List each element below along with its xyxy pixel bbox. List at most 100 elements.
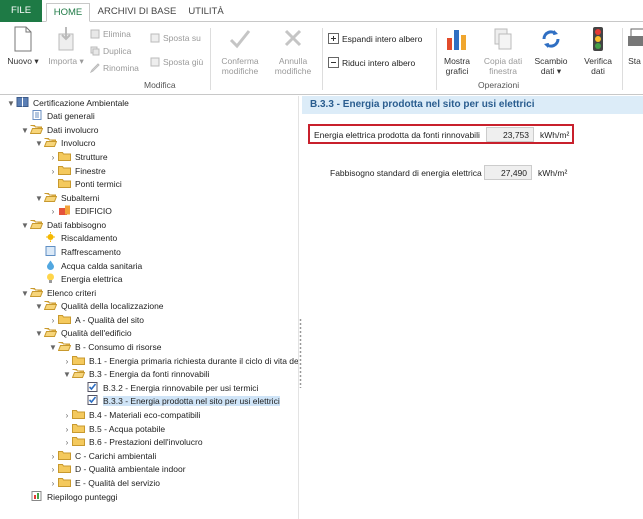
expanded-arrow-icon[interactable]: ▼ bbox=[20, 219, 30, 232]
tree-item[interactable]: ▼ Dati involucro bbox=[20, 124, 99, 137]
tree-item[interactable]: › B.4 - Materiali eco-compatibili bbox=[62, 409, 200, 422]
tree-item-label: C - Carichi ambientali bbox=[75, 451, 157, 461]
espandi-albero-button[interactable]: Espandi intero albero bbox=[328, 32, 422, 46]
tree-item[interactable]: ▼ Dati fabbisogno bbox=[20, 219, 106, 232]
folder-icon bbox=[58, 450, 71, 460]
tree-item[interactable]: B.3.2 - Energia rinnovabile per usi term… bbox=[76, 382, 258, 395]
collapsed-arrow-icon[interactable]: › bbox=[62, 423, 72, 436]
collapsed-arrow-icon[interactable]: › bbox=[48, 463, 58, 476]
tree-view: ▼ Certificazione Ambientale Dati generali ▼… bbox=[0, 96, 309, 519]
tree-item[interactable]: Riepilogo punteggi bbox=[20, 491, 117, 504]
tree-item-label: B.4 - Materiali eco-compatibili bbox=[89, 410, 201, 420]
expanded-arrow-icon[interactable]: ▼ bbox=[6, 97, 16, 110]
tree-item[interactable]: › A - Qualità del sito bbox=[48, 314, 144, 327]
conferma-modifiche-button[interactable]: Conferma modifiche bbox=[214, 26, 266, 76]
content-panel: B.3.3 - Energia prodotta nel sito per us… bbox=[302, 96, 643, 519]
doc-icon bbox=[30, 110, 43, 120]
tree-item-label: Riepilogo punteggi bbox=[47, 492, 118, 502]
energia-rinnovabile-value[interactable]: 23,753 bbox=[486, 127, 534, 142]
tree-item[interactable]: Energia elettrica bbox=[34, 273, 122, 286]
copia-label-1: Copia dati bbox=[483, 56, 523, 66]
elimina-label: Elimina bbox=[103, 29, 131, 39]
tree-item[interactable]: Raffrescamento bbox=[34, 246, 121, 259]
scambio-dati-button[interactable]: Scambio dati ▾ bbox=[530, 26, 572, 76]
riduci-label: Riduci intero albero bbox=[342, 58, 416, 68]
tree-item[interactable]: › B.6 - Prestazioni dell'involucro bbox=[62, 436, 203, 449]
tree-item[interactable]: › B.5 - Acqua potabile bbox=[62, 423, 165, 436]
stampa-button[interactable]: Sta bbox=[626, 26, 643, 66]
tree-item[interactable]: ▼ Elenco criteri bbox=[20, 287, 96, 300]
collapsed-arrow-icon[interactable]: › bbox=[48, 450, 58, 463]
sposta-su-button[interactable]: Sposta su bbox=[150, 31, 201, 45]
tree-item[interactable]: Dati generali bbox=[20, 110, 95, 123]
annulla-label-1: Annulla bbox=[278, 56, 308, 66]
collapsed-arrow-icon[interactable]: › bbox=[48, 151, 58, 164]
tree-item[interactable]: › D - Qualità ambientale indoor bbox=[48, 463, 186, 476]
tree-item[interactable]: › E - Qualità del servizio bbox=[48, 477, 160, 490]
collapsed-arrow-icon[interactable]: › bbox=[48, 477, 58, 490]
annulla-modifiche-button[interactable]: Annulla modifiche bbox=[268, 26, 318, 76]
tree-item-label: Ponti termici bbox=[75, 179, 122, 189]
fabbisogno-standard-value[interactable]: 27,490 bbox=[484, 165, 532, 180]
mostra-label-2: grafici bbox=[445, 66, 469, 76]
copia-label-2: finestra bbox=[489, 66, 517, 76]
collapsed-arrow-icon[interactable]: › bbox=[48, 205, 58, 218]
folder-open-icon bbox=[71, 368, 86, 378]
expanded-arrow-icon[interactable]: ▼ bbox=[34, 300, 44, 313]
expanded-arrow-icon[interactable]: ▼ bbox=[20, 124, 30, 137]
expanded-arrow-icon[interactable]: ▼ bbox=[20, 287, 30, 300]
tree-item-label: Dati fabbisogno bbox=[47, 220, 107, 230]
tree-item[interactable]: Riscaldamento bbox=[34, 232, 117, 245]
tab-file[interactable]: FILE bbox=[0, 0, 42, 22]
tree-item[interactable]: Acqua calda sanitaria bbox=[34, 260, 142, 273]
tree-item[interactable]: ▼ Certificazione Ambientale bbox=[6, 97, 129, 110]
collapsed-arrow-icon[interactable]: › bbox=[62, 355, 72, 368]
field-energia-rinnovabile: Energia elettrica prodotta da fonti rinn… bbox=[308, 124, 574, 144]
tree-item-label: Elenco criteri bbox=[47, 288, 97, 298]
tree-item[interactable]: › C - Carichi ambientali bbox=[48, 450, 156, 463]
riduci-albero-button[interactable]: Riduci intero albero bbox=[328, 56, 415, 70]
elimina-button[interactable]: Elimina bbox=[90, 27, 131, 41]
tree-item[interactable]: › B.1 - Energia primaria richiesta durant… bbox=[62, 355, 309, 368]
tree-item[interactable]: › Finestre bbox=[48, 165, 106, 178]
collapsed-arrow-icon[interactable]: › bbox=[48, 165, 58, 178]
duplica-button[interactable]: Duplica bbox=[90, 44, 131, 58]
mostra-grafici-button[interactable]: Mostra grafici bbox=[438, 26, 476, 76]
tree-item[interactable]: › EDIFICIO bbox=[48, 205, 112, 218]
verifica-dati-button[interactable]: Verifica dati bbox=[578, 26, 618, 76]
folder-icon bbox=[58, 314, 71, 324]
expanded-arrow-icon[interactable]: ▼ bbox=[62, 368, 72, 381]
tab-home[interactable]: HOME bbox=[46, 3, 90, 22]
tree-item[interactable]: B.3.3 - Energia prodotta nel sito per us… bbox=[76, 395, 280, 408]
expanded-arrow-icon[interactable]: ▼ bbox=[34, 327, 44, 340]
sposta-giu-label: Sposta giù bbox=[163, 57, 204, 67]
collapsed-arrow-icon[interactable]: › bbox=[48, 314, 58, 327]
tree-item[interactable]: › Strutture bbox=[48, 151, 108, 164]
tree-item-label: B - Consumo di risorse bbox=[75, 342, 162, 352]
sposta-giu-button[interactable]: Sposta giù bbox=[150, 55, 203, 69]
nuovo-button[interactable]: Nuovo ▾ bbox=[4, 26, 42, 66]
expanded-arrow-icon[interactable]: ▼ bbox=[34, 137, 44, 150]
tab-archivi-di-base[interactable]: ARCHIVI DI BASE bbox=[96, 3, 178, 22]
folder-icon bbox=[58, 477, 71, 487]
expanded-arrow-icon[interactable]: ▼ bbox=[34, 192, 44, 205]
collapsed-arrow-icon[interactable]: › bbox=[62, 409, 72, 422]
tab-utilita[interactable]: UTILITÀ bbox=[184, 3, 228, 22]
tree-item[interactable]: ▼ B - Consumo di risorse bbox=[48, 341, 161, 354]
importa-button[interactable]: Importa ▾ bbox=[46, 26, 86, 66]
scambio-label-2: dati bbox=[540, 66, 555, 76]
cross-icon bbox=[284, 29, 302, 47]
fabbisogno-standard-label: Fabbisogno standard di energia elettrica bbox=[330, 168, 482, 178]
tree-item[interactable]: ▼ Subalterni bbox=[34, 192, 99, 205]
collapsed-arrow-icon[interactable]: › bbox=[62, 436, 72, 449]
expanded-arrow-icon[interactable]: ▼ bbox=[48, 341, 58, 354]
tree-item[interactable]: ▼ B.3 - Energia da fonti rinnovabili bbox=[62, 368, 210, 381]
copia-dati-finestra-button[interactable]: Copia dati finestra bbox=[478, 26, 528, 76]
tree-item-label: D - Qualità ambientale indoor bbox=[75, 464, 186, 474]
tree-item[interactable]: ▼ Qualità dell'edificio bbox=[34, 327, 132, 340]
rinomina-button[interactable]: Rinomina bbox=[89, 61, 139, 75]
tree-item[interactable]: ▼ Qualità della localizzazione bbox=[34, 300, 164, 313]
group-modifica-label: Modifica bbox=[144, 80, 176, 90]
tree-item[interactable]: Ponti termici bbox=[48, 178, 122, 191]
tree-item[interactable]: ▼ Involucro bbox=[34, 137, 96, 150]
